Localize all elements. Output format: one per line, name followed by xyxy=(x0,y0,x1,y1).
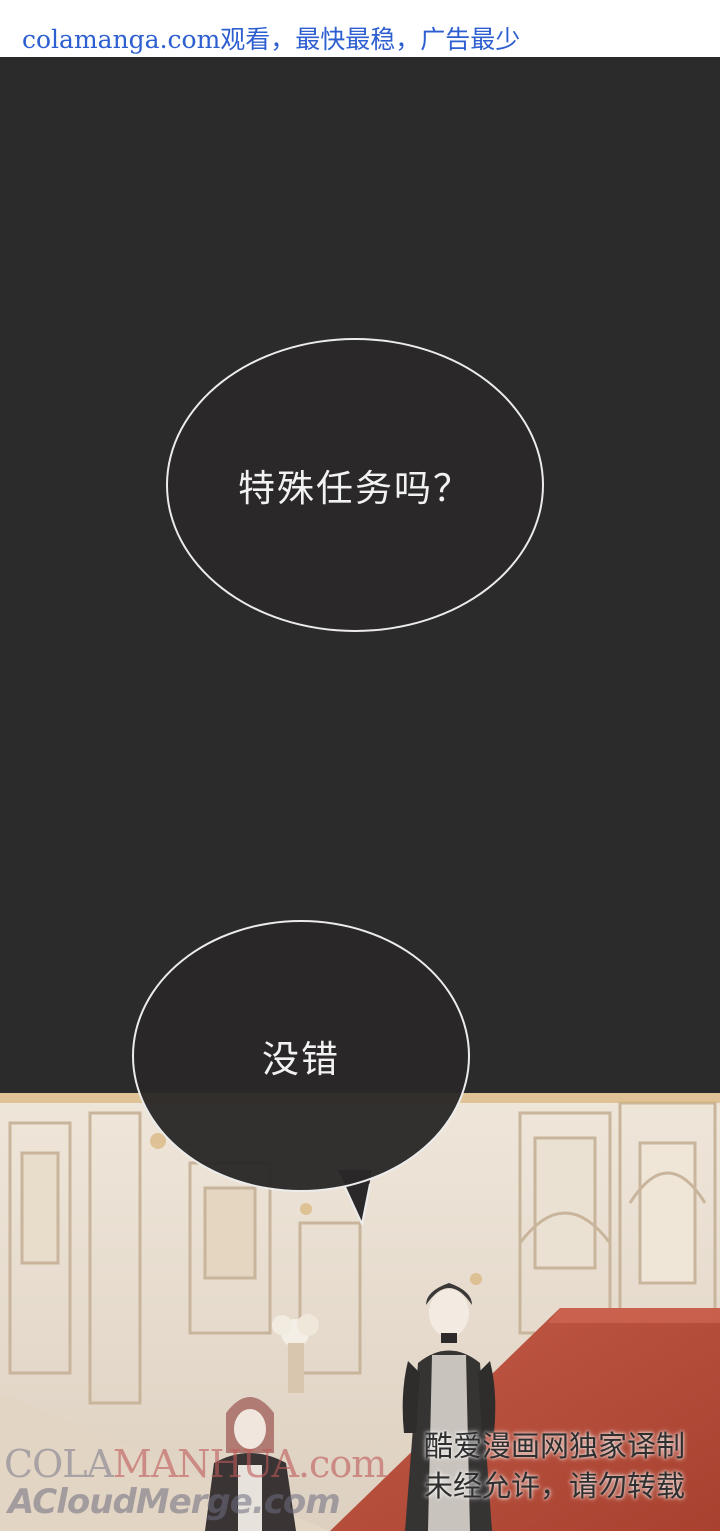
watermark-line-2: ACloudMerge.com xyxy=(8,1482,341,1522)
speech-bubble-2: 没错 xyxy=(132,920,470,1192)
translation-notice: 酷爱漫画网独家译制 未经允许，请勿转载 xyxy=(424,1426,716,1506)
speech-bubble-1-text: 特殊任务吗？ xyxy=(238,467,472,510)
watermark-dotcom: .com xyxy=(297,1442,387,1486)
speech-bubble-2-text: 没错 xyxy=(262,1038,340,1081)
site-banner: colamanga.com观看，最快最稳，广告最少 xyxy=(0,0,720,57)
watermark-cola: COLA xyxy=(4,1442,114,1486)
banner-link-text[interactable]: colamanga.com观看，最快最稳，广告最少 xyxy=(22,20,520,56)
colamanhua-watermark: COLAMANHUA.com ACloudMerge.com xyxy=(4,1442,414,1526)
translation-notice-line-1: 酷爱漫画网独家译制 xyxy=(424,1429,686,1463)
watermark-line-1: COLAMANHUA.com xyxy=(4,1442,387,1486)
translation-notice-line-2: 未经允许，请勿转载 xyxy=(424,1469,686,1503)
speech-bubble-1: 特殊任务吗？ xyxy=(166,338,544,632)
watermark-manhua: MANHUA xyxy=(112,1442,299,1486)
